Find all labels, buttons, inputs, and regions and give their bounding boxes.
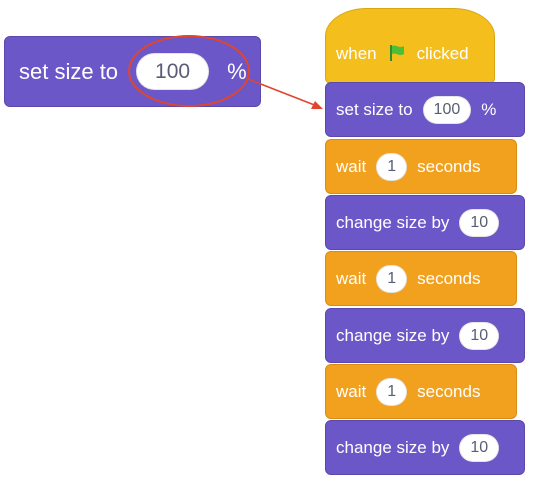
seconds-label: seconds — [417, 382, 481, 401]
when-flag-clicked-block[interactable]: when clicked — [325, 8, 495, 84]
set-size-label: set size to — [19, 58, 119, 84]
change-size-value-input[interactable]: 10 — [459, 208, 500, 237]
wait-block[interactable]: wait 1 seconds — [325, 139, 517, 194]
seconds-label: seconds — [417, 157, 481, 176]
wait-label: wait — [336, 269, 367, 288]
change-size-block[interactable]: change size by 10 — [325, 308, 525, 363]
when-label: when — [336, 43, 377, 63]
wait-block[interactable]: wait 1 seconds — [325, 364, 517, 419]
set-size-value-input[interactable]: 100 — [422, 95, 472, 124]
change-size-label: change size by — [336, 213, 450, 232]
percent-label: % — [481, 100, 497, 119]
seconds-label: seconds — [417, 269, 481, 288]
change-size-label: change size by — [336, 326, 450, 345]
change-size-block[interactable]: change size by 10 — [325, 195, 525, 250]
wait-label: wait — [336, 157, 367, 176]
clicked-label: clicked — [416, 43, 469, 63]
change-size-value-input[interactable]: 10 — [459, 321, 500, 350]
change-size-label: change size by — [336, 438, 450, 457]
wait-block[interactable]: wait 1 seconds — [325, 251, 517, 306]
green-flag-icon — [387, 43, 407, 63]
wait-seconds-input[interactable]: 1 — [376, 264, 408, 293]
set-size-block[interactable]: set size to 100 % — [325, 82, 525, 137]
wait-seconds-input[interactable]: 1 — [376, 152, 408, 181]
highlight-ring — [128, 35, 250, 107]
wait-label: wait — [336, 382, 367, 401]
set-size-label: set size to — [336, 100, 413, 119]
wait-seconds-input[interactable]: 1 — [376, 377, 408, 406]
change-size-value-input[interactable]: 10 — [459, 433, 500, 462]
change-size-block[interactable]: change size by 10 — [325, 420, 525, 475]
